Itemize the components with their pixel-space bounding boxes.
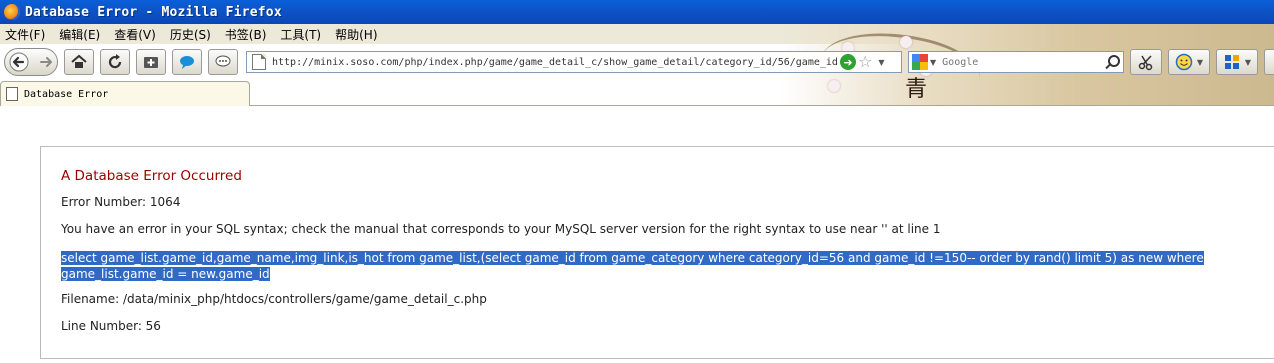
go-arrow-icon[interactable]: ➜ xyxy=(840,54,856,70)
feedback-button[interactable] xyxy=(208,49,238,75)
page-icon xyxy=(252,54,266,70)
url-dropdown-icon[interactable]: ▼ xyxy=(878,58,884,67)
error-filename: Filename: /data/minix_php/htdocs/control… xyxy=(61,292,487,306)
tab-label: Database Error xyxy=(24,88,109,100)
smiley-dropdown-icon[interactable]: ▼ xyxy=(1197,58,1203,67)
window-title: Database Error - Mozilla Firefox xyxy=(25,4,282,20)
navigation-toolbar: http://minix.soso.com/php/index.php/game… xyxy=(0,44,1274,80)
search-bar[interactable]: ▼ xyxy=(908,51,1124,73)
smiley-icon xyxy=(1175,53,1193,71)
chat-icon xyxy=(180,56,194,69)
back-forward-group xyxy=(4,48,58,76)
menu-bookmarks[interactable]: 书签(B) xyxy=(218,26,274,43)
page-icon xyxy=(6,87,18,101)
window-titlebar: Database Error - Mozilla Firefox xyxy=(0,0,1274,24)
bookmark-star-icon[interactable]: ☆ xyxy=(858,54,872,70)
menu-edit[interactable]: 编辑(E) xyxy=(52,26,107,43)
overflow-button[interactable] xyxy=(1264,49,1274,75)
search-icon[interactable] xyxy=(1103,54,1120,70)
tab-database-error[interactable]: Database Error xyxy=(0,81,250,106)
menu-bar: 文件(F) 编辑(E) 查看(V) 历史(S) 书签(B) 工具(T) 帮助(H… xyxy=(0,24,1274,44)
error-container: A Database Error Occurred Error Number: … xyxy=(40,146,1274,359)
tab-strip: Database Error xyxy=(0,80,1274,106)
menu-help[interactable]: 帮助(H) xyxy=(328,26,384,43)
add-tab-icon xyxy=(144,57,158,68)
reload-icon xyxy=(108,54,122,69)
addons-dropdown-icon[interactable]: ▼ xyxy=(1245,58,1251,67)
sql-line-2: game_list.game_id = new.game_id xyxy=(61,267,270,281)
sql-line-1: select game_list.game_id,game_name,img_l… xyxy=(61,251,1204,265)
scissors-button[interactable] xyxy=(1130,49,1162,75)
error-line-number: Line Number: 56 xyxy=(61,319,161,333)
chat-button[interactable] xyxy=(172,49,202,75)
url-text[interactable]: http://minix.soso.com/php/index.php/game… xyxy=(272,57,838,68)
google-icon[interactable] xyxy=(912,54,928,70)
menu-file[interactable]: 文件(F) xyxy=(0,26,52,43)
back-button[interactable] xyxy=(5,49,33,75)
error-heading: A Database Error Occurred xyxy=(61,168,242,184)
addons-button[interactable]: ▼ xyxy=(1216,49,1258,75)
forward-arrow-icon xyxy=(40,57,52,67)
new-tab-button[interactable] xyxy=(136,49,166,75)
back-arrow-icon xyxy=(9,52,29,72)
error-number: Error Number: 1064 xyxy=(61,195,181,209)
menu-tools[interactable]: 工具(T) xyxy=(273,26,328,43)
speech-bubble-icon xyxy=(215,55,231,67)
smiley-button[interactable]: ▼ xyxy=(1168,49,1210,75)
puzzle-icon xyxy=(1224,55,1239,69)
home-button[interactable] xyxy=(64,49,94,75)
menu-view[interactable]: 查看(V) xyxy=(107,26,163,43)
firefox-icon xyxy=(4,4,20,20)
scissors-icon xyxy=(1138,55,1153,71)
reload-button[interactable] xyxy=(100,49,130,75)
address-bar[interactable]: http://minix.soso.com/php/index.php/game… xyxy=(246,51,902,73)
forward-button[interactable] xyxy=(35,49,57,75)
error-sql-query: select game_list.game_id,game_name,img_l… xyxy=(61,250,1266,282)
error-message: You have an error in your SQL syntax; ch… xyxy=(61,222,941,236)
menu-history[interactable]: 历史(S) xyxy=(163,26,218,43)
search-input[interactable] xyxy=(942,56,1103,68)
tab-strip-border xyxy=(249,105,1274,106)
home-icon xyxy=(71,54,87,68)
search-engine-dropdown-icon[interactable]: ▼ xyxy=(930,58,936,67)
